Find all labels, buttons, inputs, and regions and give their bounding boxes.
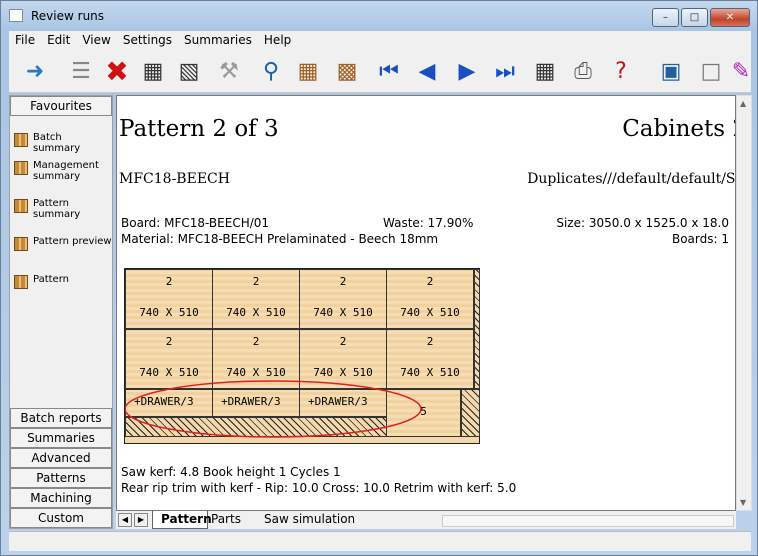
- report-print-icon[interactable]: ▧: [173, 55, 205, 87]
- edit-icon[interactable]: ✎: [731, 55, 751, 87]
- sidebar-item-batch-summary[interactable]: Batch summary: [12, 132, 112, 154]
- tab-saw-simulation[interactable]: Saw simulation: [264, 512, 355, 528]
- scroll-up-icon[interactable]: ▲: [740, 99, 746, 108]
- vertical-scrollbar[interactable]: ▲ ▼: [736, 95, 752, 511]
- exit-icon[interactable]: ➜: [19, 55, 51, 87]
- tab-parts[interactable]: Parts: [211, 512, 241, 528]
- sidebar-item-management-summary[interactable]: Management summary: [12, 160, 112, 182]
- pattern-diagram: 2 740 X 510 2 740 X 510 2 740 X 510 2 740 X …: [124, 268, 480, 444]
- batch-summary-icon: [14, 133, 28, 147]
- close-button[interactable]: ✕: [710, 8, 750, 27]
- menu-summaries[interactable]: Summaries: [178, 31, 258, 47]
- run-name: Cabinets 2: [622, 116, 736, 142]
- menu-settings[interactable]: Settings: [117, 31, 178, 47]
- tab-pattern[interactable]: Pattern: [152, 511, 212, 529]
- pattern-refresh-icon[interactable]: ▩: [331, 55, 363, 87]
- menu-view[interactable]: View: [76, 31, 116, 47]
- drawer-highlight: [125, 380, 422, 438]
- print-report-icon[interactable]: ▦: [529, 55, 561, 87]
- delete-icon[interactable]: ✖: [101, 55, 133, 88]
- pattern-preview-icon: [14, 237, 28, 251]
- sidebar-item-pattern-preview[interactable]: Pattern preview: [12, 236, 112, 251]
- material-label: Material: MFC18-BEECH Prelaminated - Bee…: [121, 232, 439, 246]
- menu-file[interactable]: File: [9, 31, 41, 47]
- menu-edit[interactable]: Edit: [41, 31, 76, 47]
- previous-icon[interactable]: ◀: [411, 55, 443, 87]
- tab-scroll-left-icon[interactable]: ◀: [118, 513, 132, 527]
- maximize-button[interactable]: □: [681, 8, 708, 27]
- app-window: Review runs – □ ✕ File Edit View Settings Su…: [0, 0, 758, 556]
- boards-count: Boards: 1: [671, 232, 729, 246]
- title-bar: Review runs – □ ✕: [1, 1, 757, 31]
- pattern-icon: [14, 275, 28, 289]
- monitor-icon[interactable]: ▣: [655, 55, 687, 87]
- menu-help[interactable]: Help: [258, 31, 297, 47]
- tab-scroll-right-icon[interactable]: ▶: [134, 513, 148, 527]
- printer-icon[interactable]: ⎙: [567, 55, 599, 87]
- menu-bar: File Edit View Settings Summaries Help: [9, 31, 751, 51]
- status-bar: [9, 531, 751, 551]
- summaries-button[interactable]: Summaries: [10, 428, 112, 448]
- management-summary-icon: [14, 161, 28, 175]
- waste-label: Waste: 17.90%: [383, 216, 474, 230]
- size-label: Size: 3050.0 x 1525.0 x 18.0: [556, 216, 729, 230]
- tab-bar: ◀ ▶ Pattern Parts Saw simulation: [116, 511, 736, 529]
- list-icon[interactable]: ☰: [65, 55, 97, 87]
- material-code: MFC18-BEECH: [119, 171, 230, 187]
- custom-button[interactable]: Custom: [10, 508, 112, 528]
- board-label: Board: MFC18-BEECH/01: [121, 216, 270, 230]
- page-title: Pattern 2 of 3: [119, 116, 279, 142]
- report-view: Pattern 2 of 3 Cabinets 2 MFC18-BEECH Du…: [116, 95, 736, 511]
- advanced-button[interactable]: Advanced: [10, 448, 112, 468]
- run-path: Duplicates///default/default/SQ: [527, 171, 736, 187]
- sidebar-item-pattern-summary[interactable]: Pattern summary: [12, 198, 112, 220]
- sidebar-item-pattern[interactable]: Pattern: [12, 274, 112, 289]
- pattern-summary-icon: [14, 199, 28, 213]
- favourites-button[interactable]: Favourites: [10, 96, 112, 116]
- app-icon: [9, 9, 23, 22]
- first-icon[interactable]: ⏮: [373, 55, 405, 87]
- window-title: Review runs: [31, 9, 105, 23]
- tools-icon[interactable]: ⚒: [213, 55, 245, 87]
- last-icon[interactable]: ⏭: [489, 55, 521, 87]
- trim-info: Rear rip trim with kerf - Rip: 10.0 Cros…: [121, 481, 517, 495]
- batch-reports-button[interactable]: Batch reports: [10, 408, 112, 428]
- pattern-edit-icon[interactable]: ▦: [292, 55, 324, 87]
- help-icon[interactable]: ?: [605, 55, 637, 87]
- patterns-button[interactable]: Patterns: [10, 468, 112, 488]
- kerf-info: Saw kerf: 4.8 Book height 1 Cycles 1: [121, 465, 341, 479]
- report-icon[interactable]: ▦: [137, 55, 169, 87]
- next-icon[interactable]: ▶: [451, 55, 483, 87]
- page-icon[interactable]: □: [695, 55, 727, 87]
- toolbar: ➜ ☰ ✖ ▦ ▧ ⚒ ⚲ ▦ ▩ ⏮ ◀ ▶ ⏭ ▦ ⎙ ? ▣ □ ✎: [9, 51, 751, 93]
- minimize-button[interactable]: –: [652, 8, 679, 27]
- horizontal-scrollbar[interactable]: [442, 515, 734, 527]
- sidebar: Favourites Batch summary Management summ…: [9, 95, 113, 529]
- search-icon[interactable]: ⚲: [255, 55, 287, 87]
- machining-button[interactable]: Machining: [10, 488, 112, 508]
- scroll-down-icon[interactable]: ▼: [740, 498, 746, 507]
